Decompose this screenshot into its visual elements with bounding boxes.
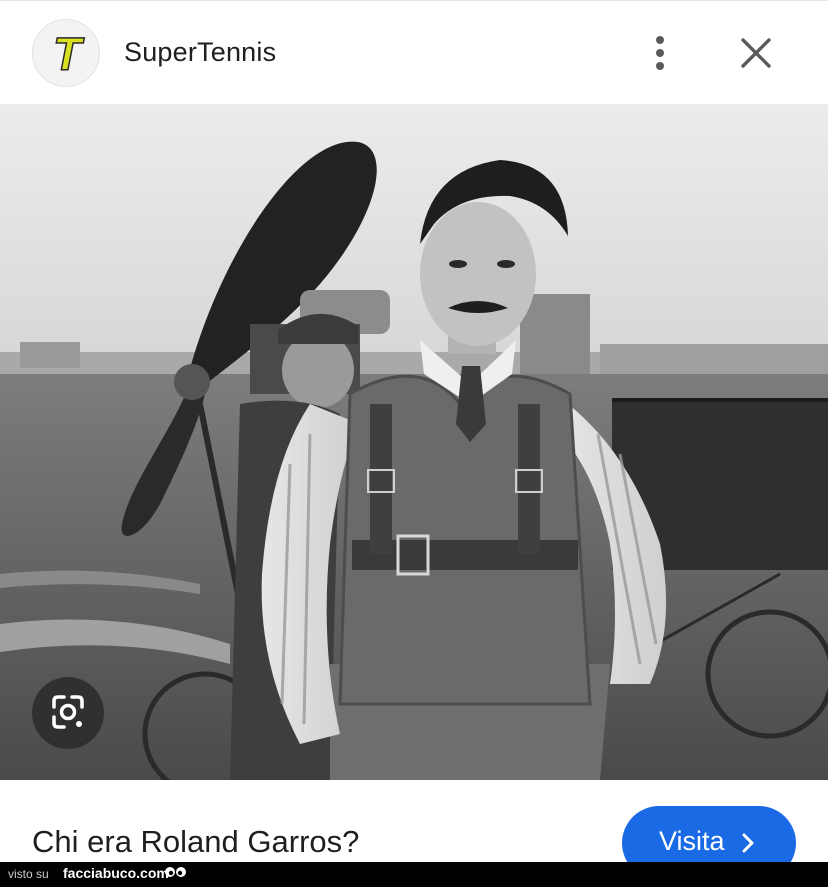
photo-illustration <box>0 104 828 780</box>
viewer-header: T SuperTennis <box>0 0 828 104</box>
watermark-strip: visto su facciabuco.com <box>0 862 828 887</box>
site-logo[interactable]: T <box>32 19 100 87</box>
close-icon <box>741 38 771 68</box>
more-options-button[interactable] <box>640 31 680 75</box>
logo-letter: T <box>52 27 82 81</box>
image-title[interactable]: Chi era Roland Garros? <box>32 824 359 860</box>
eyes-icon <box>165 867 186 877</box>
vertical-dots-icon <box>656 36 664 70</box>
main-photo[interactable] <box>0 104 828 780</box>
close-button[interactable] <box>734 31 778 75</box>
google-lens-icon <box>52 695 84 729</box>
caption-bar: Chi era Roland Garros? Visita <box>0 780 828 880</box>
chevron-right-icon <box>742 833 754 853</box>
watermark-prefix: visto su <box>8 867 49 881</box>
visit-label: Visita <box>659 826 725 856</box>
watermark-site: facciabuco.com <box>63 865 169 881</box>
site-name[interactable]: SuperTennis <box>124 37 276 68</box>
image-viewer: T SuperTennis Chi era Roland Garros? Vis… <box>0 0 828 887</box>
visual-search-button[interactable] <box>32 677 104 749</box>
